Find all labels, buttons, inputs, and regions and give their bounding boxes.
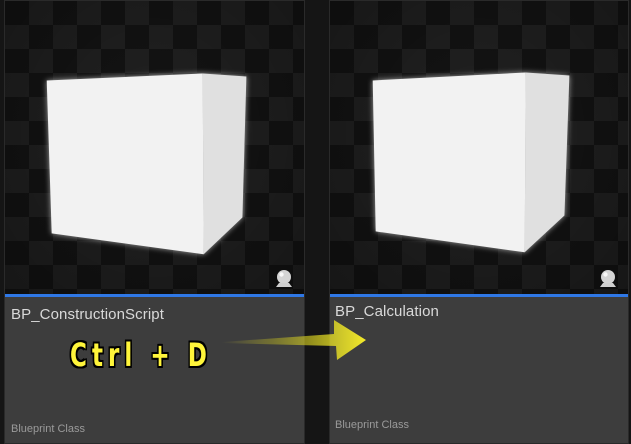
asset-type-label: Blueprint Class [11,423,85,435]
cube-thumbnail-icon [46,73,247,255]
static-mesh-preview-icon [276,270,292,287]
asset-name: BP_ConstructionScript [11,306,165,323]
asset-color-bar [5,294,304,297]
asset-thumbnail [330,1,628,294]
cube-thumbnail-icon [372,72,570,253]
shortcut-annotation: Ctrl + D [70,336,212,374]
asset-tile-bp-calculation[interactable]: BP_Calculation Blueprint Class [329,0,629,444]
asset-color-bar [330,294,628,297]
static-mesh-preview-icon [600,270,616,287]
asset-tile-bp-constructionscript[interactable]: BP_ConstructionScript Blueprint Class [4,0,305,444]
asset-type-label: Blueprint Class [335,419,409,431]
asset-thumbnail [5,1,304,294]
right-arrow-icon [222,320,366,360]
